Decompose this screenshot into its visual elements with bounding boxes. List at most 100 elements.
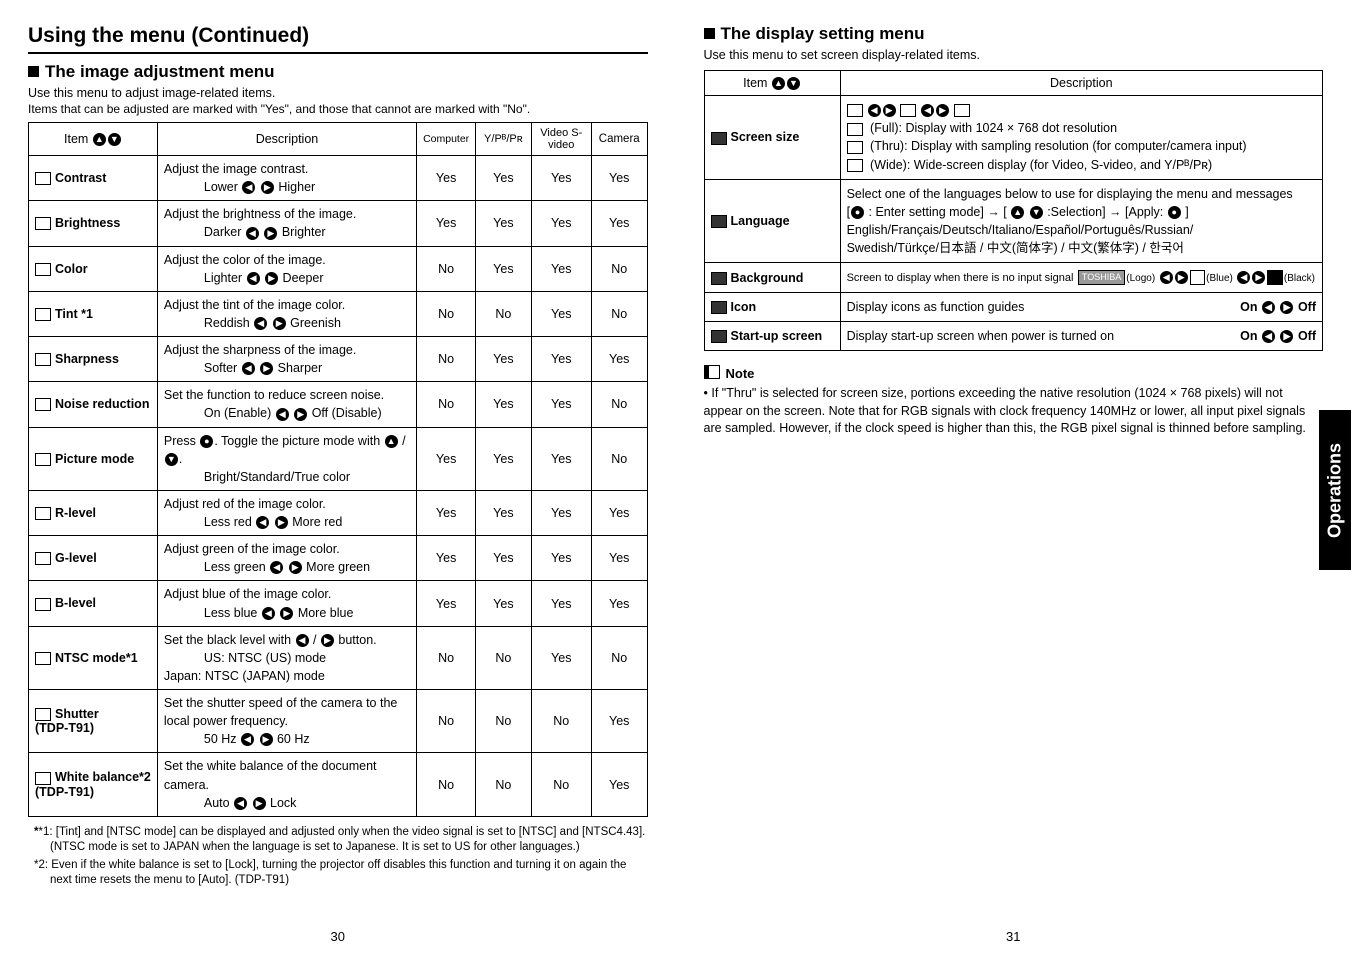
down-arrow-icon: ▼ <box>165 453 178 466</box>
item-icon <box>35 708 51 721</box>
value-cell: No <box>417 690 476 753</box>
value-cell: No <box>476 291 531 336</box>
item-cell: Contrast <box>29 156 158 201</box>
table-row: R-levelAdjust red of the image color.Les… <box>29 490 648 535</box>
item-cell: Brightness <box>29 201 158 246</box>
right-arrow-icon: ▶ <box>260 733 273 746</box>
logo-label: TOSHIBA <box>1078 270 1125 285</box>
table-row: BrightnessAdjust the brightness of the i… <box>29 201 648 246</box>
page-title: Using the menu (Continued) <box>28 24 648 54</box>
value-cell: Yes <box>591 690 647 753</box>
value-cell: No <box>591 427 647 490</box>
value-cell: Yes <box>417 581 476 626</box>
item-cell: Shutter(TDP-T91) <box>29 690 158 753</box>
onoff-label: On ◀ ▶ Off <box>1240 327 1316 345</box>
item-label: Sharpness <box>55 352 119 366</box>
item-label: Screen size <box>731 130 800 144</box>
right-arrow-icon: ▶ <box>294 408 307 421</box>
display-setting-title: The display setting menu <box>704 24 1324 44</box>
right-arrow-icon: ▶ <box>1175 271 1188 284</box>
item-icon <box>711 301 727 314</box>
right-arrow-icon: ▶ <box>261 181 274 194</box>
table-header-row: Item ▲▼ Description Computer Y/Pᴮ/Pʀ Vid… <box>29 123 648 156</box>
th-ypbpr: Y/Pᴮ/Pʀ <box>476 123 531 156</box>
page-number-right: 31 <box>704 919 1324 944</box>
item-icon <box>35 172 51 185</box>
value-cell: Yes <box>591 490 647 535</box>
value-cell: No <box>531 753 591 816</box>
value-cell: Yes <box>591 581 647 626</box>
table-row: LanguageSelect one of the languages belo… <box>704 179 1323 263</box>
value-cell: Yes <box>531 427 591 490</box>
right-arrow-icon: ▶ <box>1280 330 1293 343</box>
th-computer: Computer <box>417 123 476 156</box>
table-row: Screen size◀▶ ◀▶ (Full): Display with 10… <box>704 96 1323 180</box>
value-cell: Yes <box>591 156 647 201</box>
left-arrow-icon: ◀ <box>921 104 934 117</box>
desc-cell: Adjust the sharpness of the image.Softer… <box>157 337 416 382</box>
onoff-label: On ◀ ▶ Off <box>1240 298 1316 316</box>
item-label: Start-up screen <box>731 329 823 343</box>
full-icon <box>847 104 863 117</box>
table-row: Background Screen to display when there i… <box>704 263 1323 293</box>
item-icon <box>35 598 51 611</box>
table-row: ContrastAdjust the image contrast.Lower … <box>29 156 648 201</box>
mode-icon <box>847 123 863 136</box>
table-header-row: Item ▲▼ Description <box>704 71 1323 96</box>
table-row: Noise reductionSet the function to reduc… <box>29 382 648 427</box>
desc-cell: Adjust blue of the image color.Less blue… <box>157 581 416 626</box>
value-cell: Yes <box>417 536 476 581</box>
value-cell: Yes <box>476 201 531 246</box>
table-row: Start-up screen Display start-up screen w… <box>704 322 1323 351</box>
table-row: White balance*2(TDP-T91)Set the white ba… <box>29 753 648 816</box>
left-arrow-icon: ◀ <box>234 797 247 810</box>
desc-cell: Screen to display when there is no input… <box>840 263 1322 293</box>
item-icon <box>35 217 51 230</box>
value-cell: No <box>417 291 476 336</box>
th-item: Item <box>743 76 767 90</box>
thru-icon <box>900 104 916 117</box>
enter-icon: ● <box>851 206 864 219</box>
item-cell: White balance*2(TDP-T91) <box>29 753 158 816</box>
value-cell: No <box>417 337 476 382</box>
value-cell: No <box>417 382 476 427</box>
image-adjust-title: The image adjustment menu <box>28 62 648 82</box>
value-cell: Yes <box>591 753 647 816</box>
desc-cell: Display icons as function guidesOn ◀ ▶ O… <box>840 293 1322 322</box>
item-cell: Sharpness <box>29 337 158 382</box>
value-cell: No <box>591 291 647 336</box>
item-icon <box>35 507 51 520</box>
item-label: Tint *1 <box>55 307 93 321</box>
left-arrow-icon: ◀ <box>1262 330 1275 343</box>
left-arrow-icon: ◀ <box>247 272 260 285</box>
left-arrow-icon: ◀ <box>270 561 283 574</box>
item-cell: Picture mode <box>29 427 158 490</box>
desc-cell: Adjust the image contrast.Lower ◀ ▶ High… <box>157 156 416 201</box>
value-cell: Yes <box>531 626 591 689</box>
enter-icon: ● <box>1168 206 1181 219</box>
item-label: Background <box>731 271 804 285</box>
desc-cell: Set the white balance of the document ca… <box>157 753 416 816</box>
table-row: G-levelAdjust green of the image color.L… <box>29 536 648 581</box>
up-icon: ▲ <box>93 133 106 146</box>
value-cell: No <box>591 382 647 427</box>
item-cell: Background <box>704 263 840 293</box>
item-label: Picture mode <box>55 452 134 466</box>
value-cell: Yes <box>476 337 531 382</box>
value-cell: No <box>591 626 647 689</box>
item-icon <box>711 330 727 343</box>
item-cell: Start-up screen <box>704 322 840 351</box>
wide-icon <box>954 104 970 117</box>
item-icon <box>35 772 51 785</box>
value-cell: Yes <box>591 536 647 581</box>
item-icon <box>711 215 727 228</box>
desc-cell: Adjust the brightness of the image.Darke… <box>157 201 416 246</box>
value-cell: Yes <box>531 291 591 336</box>
value-cell: Yes <box>531 536 591 581</box>
display-setting-sub: Use this menu to set screen display-rela… <box>704 48 1324 62</box>
value-cell: Yes <box>417 427 476 490</box>
value-cell: Yes <box>531 246 591 291</box>
left-arrow-icon: ◀ <box>242 181 255 194</box>
desc-cell: Display start-up screen when power is tu… <box>840 322 1322 351</box>
value-cell: Yes <box>531 201 591 246</box>
